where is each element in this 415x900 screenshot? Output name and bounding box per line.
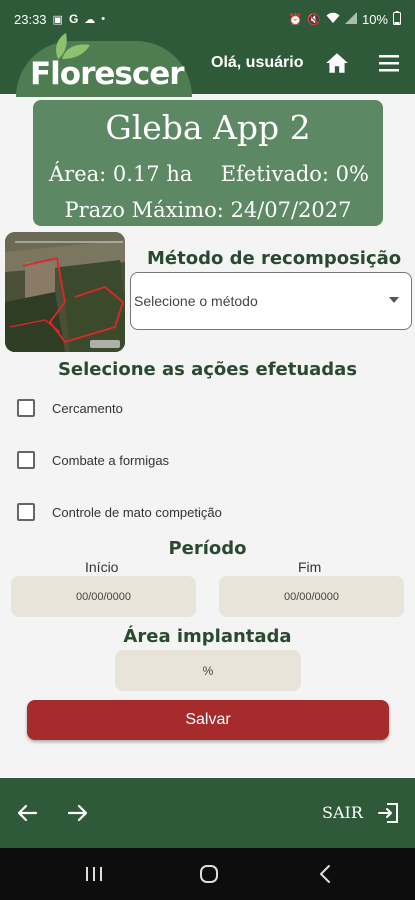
back-chevron-icon[interactable] — [318, 864, 332, 884]
area-implantada-input[interactable]: % — [115, 650, 301, 691]
home-icon[interactable] — [324, 50, 350, 76]
metodo-placeholder: Selecione o método — [134, 293, 258, 309]
checkbox-label: Combate a formigas — [52, 452, 170, 468]
home-circle-icon[interactable] — [199, 864, 219, 884]
wifi-icon — [326, 12, 340, 27]
google-icon: G — [68, 12, 79, 26]
greeting-text: Olá, usuário — [211, 54, 304, 71]
map-thumbnail[interactable] — [5, 232, 125, 352]
area-implantada-label: Área implantada — [123, 626, 292, 647]
fim-label: Fim — [298, 559, 322, 575]
gleba-title: Gleba App 2 — [105, 108, 311, 147]
gallery-icon: ▣ — [52, 13, 63, 26]
gleba-prazo: Prazo Máximo: 24/07/2027 — [64, 198, 352, 222]
metodo-label: Método de recomposição — [147, 248, 402, 269]
alarm-icon: ⏰ — [288, 13, 303, 26]
checkbox-label: Controle de mato competição — [52, 504, 222, 520]
checkbox-row-cercamento[interactable]: Cercamento — [17, 399, 123, 417]
fim-placeholder: 00/00/0000 — [283, 590, 340, 603]
checkbox[interactable] — [17, 399, 35, 417]
area-placeholder: % — [202, 663, 214, 678]
leaves-icon — [56, 33, 90, 59]
app-logo: Florescer — [30, 56, 185, 92]
cloud-icon: ☁ — [84, 13, 96, 26]
mute-icon: 🔇 — [307, 13, 321, 26]
android-nav-bar — [0, 848, 415, 900]
checkbox[interactable] — [17, 451, 35, 469]
hamburger-menu-icon[interactable] — [377, 52, 401, 74]
inicio-date-input[interactable]: 00/00/0000 — [11, 576, 196, 617]
battery-icon — [393, 10, 401, 28]
exit-label[interactable]: SAIR — [322, 803, 363, 822]
gleba-area: Área: 0.17 ha — [49, 162, 193, 186]
arrow-right-icon[interactable] — [67, 803, 89, 823]
arrow-left-icon[interactable] — [16, 803, 38, 823]
gleba-info-card: Gleba App 2 Área: 0.17 ha Efetivado: 0% … — [33, 100, 383, 226]
checkbox-label: Cercamento — [52, 400, 123, 416]
status-time: 23:33 — [14, 11, 47, 27]
inicio-placeholder: 00/00/0000 — [75, 590, 132, 603]
dropdown-arrow-icon — [389, 297, 399, 303]
battery-percent: 10% — [361, 11, 388, 27]
checkbox[interactable] — [17, 503, 35, 521]
app-header: Florescer Olá, usuário — [0, 33, 415, 97]
checkbox-row-controle-mato[interactable]: Controle de mato competição — [17, 503, 222, 521]
metodo-select[interactable]: Selecione o método — [130, 272, 412, 330]
gleba-efetivado: Efetivado: 0% — [220, 162, 369, 186]
acoes-label: Selecione as ações efetuadas — [57, 359, 358, 380]
inicio-label: Início — [85, 559, 119, 575]
logout-icon[interactable] — [377, 801, 401, 825]
signal-icon — [344, 11, 357, 27]
fim-date-input[interactable]: 00/00/0000 — [219, 576, 404, 617]
save-button[interactable]: Salvar — [27, 700, 389, 740]
dot-icon: • — [101, 13, 106, 25]
checkbox-row-combate-formigas[interactable]: Combate a formigas — [17, 451, 169, 469]
recent-apps-icon[interactable] — [84, 865, 104, 883]
bottom-bar: SAIR — [0, 778, 415, 848]
periodo-label: Período — [168, 538, 247, 559]
